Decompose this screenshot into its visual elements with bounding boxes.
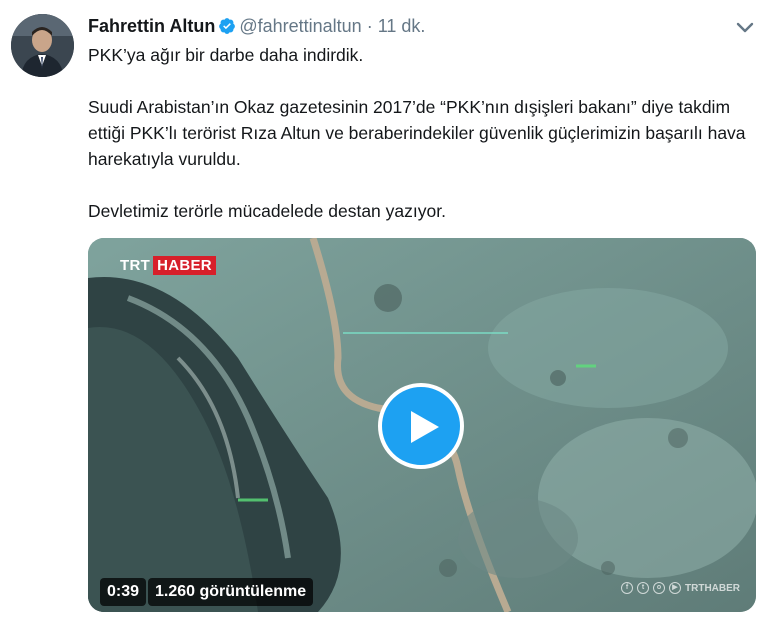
watermark-text: TRTHABER [685,582,740,594]
play-icon [411,411,439,443]
avatar-image [11,14,74,77]
watermark: f t o ▶ TRTHABER [621,582,740,594]
tweet[interactable]: Fahrettin Altun @fahrettinaltun · 11 dk. … [0,0,770,624]
trt-haber-logo: TRT HABER [118,256,216,275]
trt-logo-text: TRT [120,257,151,274]
facebook-icon: f [621,582,633,594]
chevron-down-icon[interactable] [734,16,756,38]
twitter-icon: t [637,582,649,594]
video-duration: 0:39 [100,578,147,606]
play-button[interactable] [378,383,464,469]
tweet-text: PKK’ya ağır bir darbe daha indirdik. Suu… [88,45,746,221]
haber-logo-text: HABER [153,256,216,275]
avatar[interactable] [11,14,74,77]
author-handle[interactable]: @fahrettinaltun [239,16,361,36]
verified-badge-icon [218,17,236,35]
video-player[interactable]: TRT HABER 0:39 1.260 görüntülenme f t o ▶… [88,238,756,612]
tweet-header: Fahrettin Altun @fahrettinaltun · 11 dk. [88,14,425,38]
author-name[interactable]: Fahrettin Altun [88,16,215,36]
youtube-icon: ▶ [669,582,681,594]
instagram-icon: o [653,582,665,594]
tweet-timestamp[interactable]: 11 dk. [378,16,426,36]
view-count: 1.260 görüntülenme [148,578,314,606]
separator-dot: · [366,16,373,36]
